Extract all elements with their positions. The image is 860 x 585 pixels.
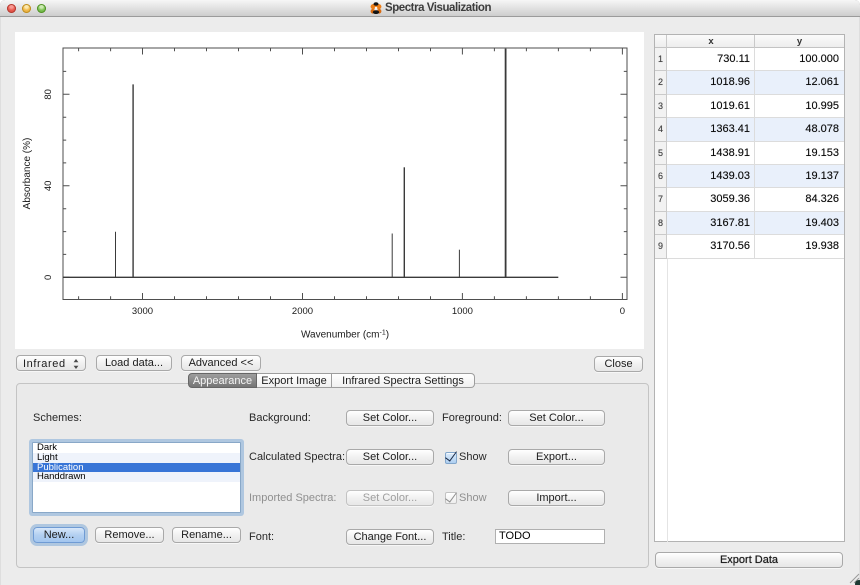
svg-text:2000: 2000 <box>292 306 313 317</box>
svg-text:3000: 3000 <box>132 306 153 317</box>
svg-text:80: 80 <box>43 89 54 100</box>
svg-text:40: 40 <box>43 181 54 192</box>
svg-text:Wavenumber (cm-1): Wavenumber (cm-1) <box>301 330 389 341</box>
svg-text:0: 0 <box>620 306 625 317</box>
svg-text:1000: 1000 <box>452 306 473 317</box>
svg-text:0: 0 <box>43 275 54 280</box>
svg-text:Absorbance (%): Absorbance (%) <box>22 138 33 210</box>
